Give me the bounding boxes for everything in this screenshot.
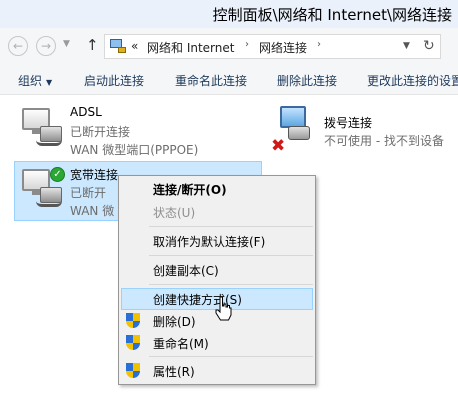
connection-item-dialup[interactable]: ✖ 拨号连接 不可使用 - 找不到设备 [268,100,458,158]
uac-shield-icon [126,335,141,351]
address-bar[interactable]: « 网络和 Internet › 网络连接 › ▼ ↻ [104,34,441,59]
red-x-icon: ✖ [271,136,286,156]
connection-status: 不可使用 - 找不到设备 [324,134,444,148]
title-bar: 控制面板\网络和 Internet\网络连接 [0,0,458,28]
connection-name: 宽带连接 [70,168,119,182]
menu-divider [149,255,313,256]
menu-item-rename[interactable]: 重命名(M) [121,332,313,354]
change-connection-settings-button[interactable]: 更改此连接的设置 [367,72,458,89]
breadcrumb-network-internet[interactable]: 网络和 Internet [147,39,234,56]
forward-arrow-icon[interactable]: → [36,36,56,56]
network-connections-icon [110,39,126,54]
network-adapter-icon [18,108,64,150]
connection-name: 拨号连接 [324,116,373,130]
connection-name: ADSL [70,105,102,119]
menu-divider [149,226,313,227]
menu-item-properties[interactable]: 属性(R) [121,360,313,382]
menu-item-label: 连接/断开(O) [153,183,227,197]
menu-item-create-copy[interactable]: 创建副本(C) [121,259,313,281]
rename-connection-button[interactable]: 重命名此连接 [175,72,247,89]
menu-item-label: 状态(U) [153,206,196,220]
menu-item-label: 删除(D) [153,315,196,329]
menu-item-label: 属性(R) [153,365,195,379]
menu-item-cancel-default[interactable]: 取消作为默认连接(F) [121,230,313,252]
connection-item-adsl[interactable]: ADSL 已断开连接 WAN 微型端口(PPPOE) [0,100,262,158]
recent-locations-chevron-icon[interactable]: ▼ [63,39,70,49]
connection-status: 已断开 [70,186,107,200]
address-dropdown-chevron-icon[interactable]: ▼ [403,41,410,51]
menu-divider [149,356,313,357]
connection-status: 已断开连接 [70,125,131,139]
menu-item-status[interactable]: 状态(U) [121,201,313,223]
menu-item-connect-disconnect[interactable]: 连接/断开(O) [121,178,313,200]
window-title: 控制面板\网络和 Internet\网络连接 [212,6,452,24]
context-menu: 连接/断开(O) 状态(U) 取消作为默认连接(F) 创建副本(C) 创建快捷方… [118,175,316,385]
hand-cursor-icon [215,296,232,321]
menu-item-label: 重命名(M) [153,337,209,351]
up-arrow-icon[interactable]: ↑ [86,36,99,54]
organize-label: 组织 [18,74,43,88]
navigation-bar: ← → ▼ ↑ « 网络和 Internet › 网络连接 › ▼ ↻ [0,28,458,64]
uac-shield-icon [126,313,141,329]
command-bar: 组织 ▼ 启动此连接 重命名此连接 删除此连接 更改此连接的设置 [0,64,458,95]
uac-shield-icon [126,363,141,379]
breadcrumb-overflow[interactable]: « [131,39,138,53]
connection-device: WAN 微型端口(PPPOE) [70,143,199,157]
connection-device: WAN 微 [70,204,115,218]
back-arrow-icon[interactable]: ← [8,36,28,56]
start-connection-button[interactable]: 启动此连接 [84,72,144,89]
breadcrumb-separator[interactable]: › [317,39,321,50]
menu-divider [149,284,313,285]
breadcrumb-network-connections[interactable]: 网络连接 [259,39,307,56]
chevron-down-icon: ▼ [46,78,53,87]
refresh-icon[interactable]: ↻ [423,38,435,54]
breadcrumb-separator[interactable]: › [245,39,249,50]
menu-item-label: 创建副本(C) [153,264,219,278]
menu-item-label: 取消作为默认连接(F) [153,235,266,249]
check-badge-icon: ✓ [50,167,65,182]
delete-connection-button[interactable]: 删除此连接 [277,72,337,89]
organize-menu-button[interactable]: 组织 ▼ [18,72,52,89]
